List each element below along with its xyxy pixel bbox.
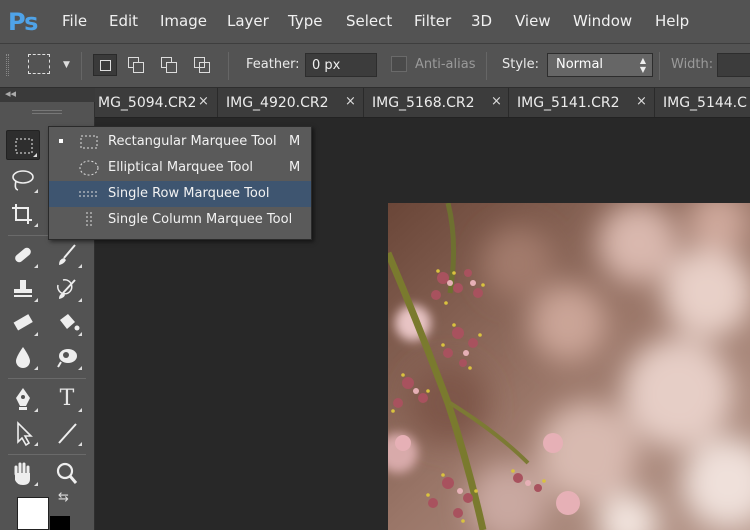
panel-grip[interactable] (32, 110, 62, 114)
path-selection-tool[interactable] (6, 418, 40, 448)
tab-label: IMG_4920.CR2 (226, 95, 329, 111)
panel-collapse-strip[interactable]: ◂◂ (0, 87, 95, 102)
menu-type[interactable]: Type (288, 12, 322, 30)
menu-filter[interactable]: Filter (414, 12, 451, 30)
anti-alias-checkbox[interactable] (391, 56, 407, 72)
type-tool[interactable]: T (50, 384, 84, 414)
flyout-item-single-column-marquee[interactable]: Single Column Marquee Tool (49, 207, 311, 233)
magnifier-icon (56, 462, 78, 484)
style-select[interactable]: Normal ▲ ▼ (547, 53, 653, 77)
menu-help[interactable]: Help (655, 12, 689, 30)
active-bullet-icon (59, 139, 63, 143)
divider (81, 52, 82, 80)
add-to-selection-button[interactable] (124, 54, 148, 76)
zoom-tool[interactable] (50, 458, 84, 488)
divider (228, 52, 229, 80)
swap-colors-icon[interactable]: ⇆ (58, 490, 69, 505)
pen-tool[interactable] (6, 384, 40, 414)
rectangular-marquee-tool[interactable] (6, 130, 40, 160)
brush-tool[interactable] (50, 240, 84, 270)
cherry-blossom-photo[interactable] (388, 203, 750, 530)
up-down-arrows-icon: ▲ ▼ (639, 56, 646, 74)
feather-input[interactable]: 0 px (305, 53, 377, 77)
crop-tool[interactable] (6, 199, 40, 229)
collapse-icon[interactable]: ◂◂ (5, 87, 16, 100)
marquee-tool-flyout: Rectangular Marquee Tool M Elliptical Ma… (48, 126, 312, 240)
tool-preset-marquee-icon[interactable] (28, 54, 50, 74)
toolbar-divider (8, 454, 86, 455)
anti-alias-label: Anti-alias (415, 57, 476, 72)
width-label: Width: (671, 57, 714, 72)
menu-file[interactable]: File (62, 12, 87, 30)
tab-label: IMG_5168.CR2 (372, 95, 475, 111)
intersect-selection-button[interactable] (190, 54, 214, 76)
flyout-item-label: Elliptical Marquee Tool (108, 160, 254, 175)
menu-window[interactable]: Window (573, 12, 632, 30)
type-icon: T (59, 386, 75, 411)
tab-label: IMG_5141.CR2 (517, 95, 620, 111)
tab-img-5168[interactable]: IMG_5168.CR2 × (364, 88, 509, 117)
background-color-swatch[interactable] (50, 516, 70, 530)
menu-3d[interactable]: 3D (471, 12, 492, 30)
tab-img-5141[interactable]: IMG_5141.CR2 × (509, 88, 655, 117)
lasso-tool[interactable] (6, 165, 40, 195)
photoshop-logo: Ps (8, 8, 38, 36)
new-selection-button[interactable] (93, 54, 117, 76)
clone-stamp-tool[interactable] (6, 274, 40, 304)
elliptical-marquee-icon (79, 160, 99, 176)
eraser-tool[interactable] (6, 308, 40, 338)
photo-image (388, 203, 750, 530)
single-column-marquee-icon (86, 212, 92, 228)
divider (659, 52, 660, 80)
flyout-item-label: Single Row Marquee Tool (108, 186, 270, 201)
blur-tool[interactable] (6, 342, 40, 372)
chevron-down-icon[interactable]: ▼ (63, 60, 70, 70)
close-icon[interactable]: × (198, 94, 209, 109)
feather-label: Feather: (246, 57, 300, 72)
tab-label: IMG_5144.C (663, 95, 747, 111)
menu-view[interactable]: View (515, 12, 551, 30)
close-icon[interactable]: × (345, 94, 356, 109)
options-grip[interactable] (6, 54, 9, 76)
line-tool[interactable] (50, 418, 84, 448)
close-icon[interactable]: × (636, 94, 647, 109)
toolbar-divider (8, 378, 86, 379)
flyout-item-label: Single Column Marquee Tool (108, 212, 293, 227)
spot-healing-brush-tool[interactable] (6, 240, 40, 270)
tab-img-5144[interactable]: IMG_5144.C (655, 88, 750, 117)
options-bar: ▼ Feather: 0 px Anti-alias Style: Normal… (0, 44, 750, 88)
document-tabs: MG_5094.CR2 × IMG_4920.CR2 × IMG_5168.CR… (95, 88, 750, 118)
menu-edit[interactable]: Edit (109, 12, 138, 30)
tab-label: MG_5094.CR2 (98, 95, 197, 111)
dodge-tool[interactable] (50, 342, 84, 372)
style-select-value: Normal (556, 57, 604, 72)
flyout-item-label: Rectangular Marquee Tool (108, 134, 277, 149)
width-input[interactable] (717, 53, 750, 77)
menu-bar: Ps File Edit Image Layer Type Select Fil… (0, 0, 750, 44)
rectangular-marquee-icon (80, 135, 98, 149)
menu-layer[interactable]: Layer (227, 12, 269, 30)
flyout-item-shortcut: M (289, 134, 301, 149)
style-label: Style: (502, 57, 540, 72)
tab-img-5094[interactable]: MG_5094.CR2 × (95, 88, 218, 117)
divider (486, 52, 487, 80)
hand-tool[interactable] (6, 458, 40, 488)
single-row-marquee-icon (79, 191, 99, 197)
flyout-item-rectangular-marquee[interactable]: Rectangular Marquee Tool M (49, 129, 311, 155)
tab-img-4920[interactable]: IMG_4920.CR2 × (218, 88, 364, 117)
flyout-item-single-row-marquee[interactable]: Single Row Marquee Tool (49, 181, 311, 207)
history-brush-tool[interactable] (50, 274, 84, 304)
foreground-color-swatch[interactable] (17, 497, 49, 530)
flyout-item-elliptical-marquee[interactable]: Elliptical Marquee Tool M (49, 155, 311, 181)
paint-bucket-tool[interactable] (50, 308, 84, 338)
subtract-from-selection-button[interactable] (157, 54, 181, 76)
menu-image[interactable]: Image (160, 12, 207, 30)
close-icon[interactable]: × (491, 94, 502, 109)
menu-select[interactable]: Select (346, 12, 392, 30)
flyout-item-shortcut: M (289, 160, 301, 175)
